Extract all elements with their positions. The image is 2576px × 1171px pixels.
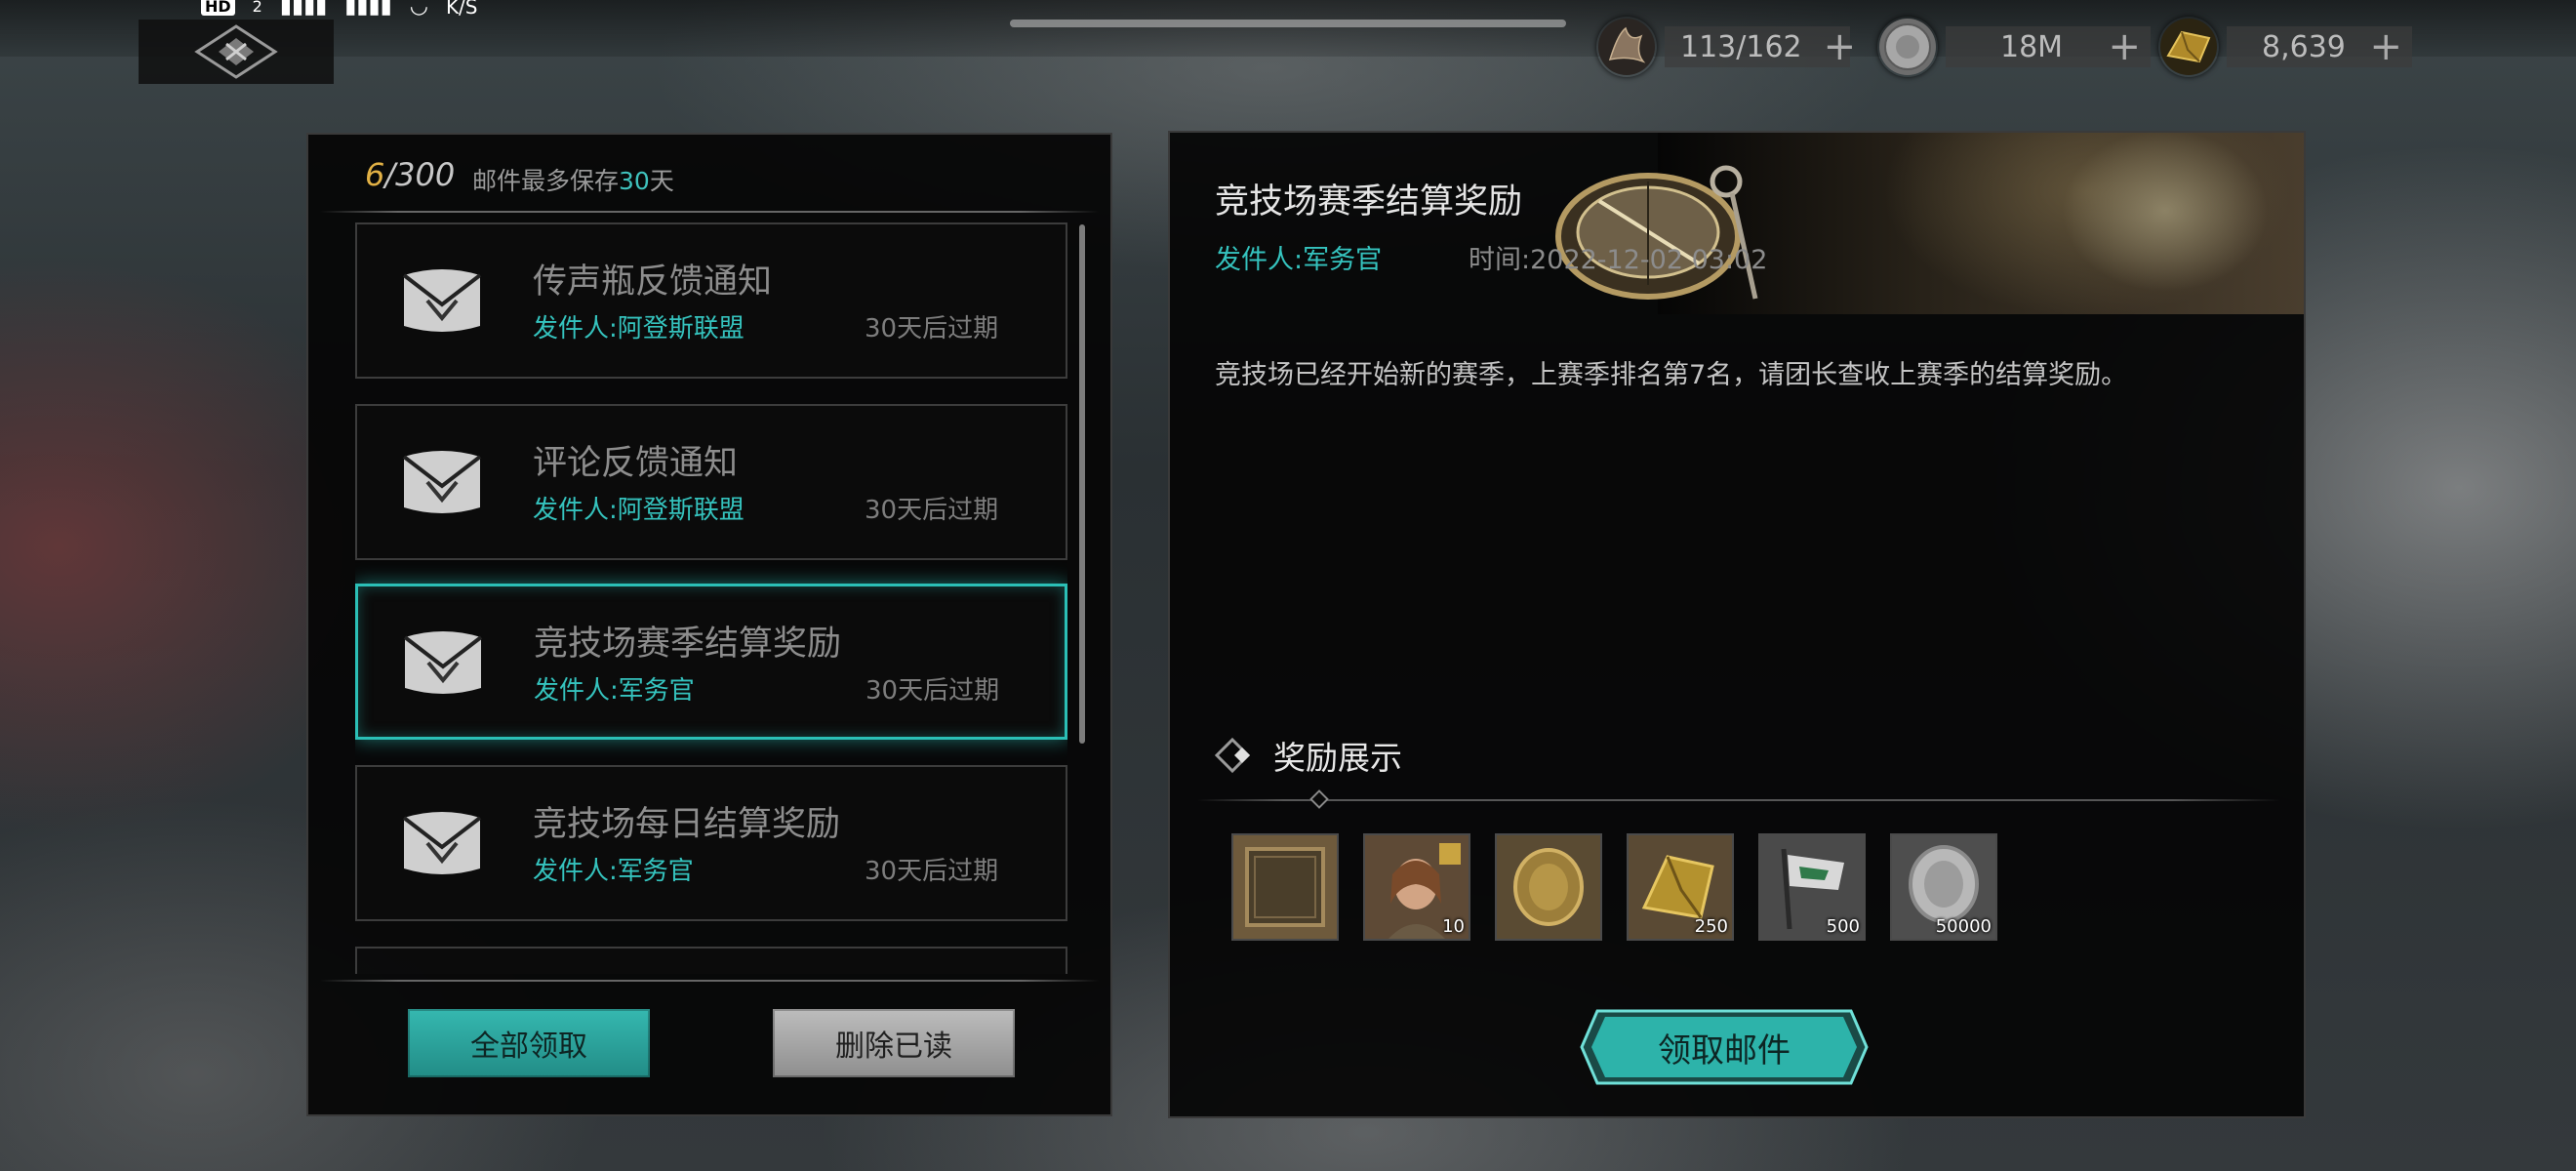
resource-silver: 18M + [1877,19,2151,75]
silver-value: 18M [2000,29,2064,64]
reward-quantity: 10 [1442,916,1465,937]
mail-count: 6/300 [365,156,455,193]
mail-item-partial[interactable] [355,947,1067,974]
sim-number: 2 [252,0,262,16]
add-silver-button[interactable]: + [2108,27,2141,66]
mail-retention-note: 邮件最多保存30天 [472,162,674,197]
mail-detail-time: 时间:2022-12-02 03:02 [1469,245,1768,275]
mail-sender: 发件人:阿登斯联盟 [533,496,745,525]
mail-title: 竞技场赛季结算奖励 [534,625,842,664]
top-drag-handle[interactable] [1010,20,1566,27]
mail-sender: 发件人:军务官 [533,857,694,886]
claim-all-button[interactable]: 全部领取 [408,1009,650,1077]
troops-value: 113/162 [1680,29,1802,64]
add-troops-button[interactable]: + [1824,27,1857,66]
mail-expiry: 30天后过期 [865,496,999,525]
speed-unit: K/S [445,0,478,19]
mail-item[interactable]: 竞技场每日结算奖励 发件人:军务官 30天后过期 [355,765,1067,921]
reward-quantity: 50000 [1935,916,1992,937]
mail-detail-title: 竞技场赛季结算奖励 [1215,182,1523,222]
mail-envelope-icon [403,631,483,694]
reward-item[interactable]: 250 [1627,833,1734,941]
add-gold-button[interactable]: + [2369,27,2402,66]
reward-item[interactable]: 10 [1363,833,1470,941]
mail-detail-sender: 发件人:军务官 [1215,245,1383,275]
reward-item[interactable] [1231,833,1339,941]
back-logo-button[interactable] [139,20,334,84]
signal-icon: ▮▮▮▮ [279,0,328,19]
delete-read-button[interactable]: 删除已读 [773,1009,1015,1077]
resource-troops: 113/162 + [1596,19,1856,75]
mail-detail-panel: 竞技场赛季结算奖励 发件人:军务官 时间:2022-12-02 03:02 竞技… [1168,131,2306,1118]
hd-badge: HD [201,0,235,16]
gold-medal-icon [1497,835,1600,939]
game-logo-icon [194,24,278,79]
mail-list-scrollbar[interactable] [1079,224,1085,744]
rewards-list: 10 250 500 50000 [1231,833,1997,941]
resource-gold: 8,639 + [2158,19,2412,75]
mail-title: 竞技场每日结算奖励 [533,805,841,844]
rewards-header: 奖励展示 [1213,732,1402,779]
mail-count-current: 6 [365,156,385,193]
troop-claw-icon [1598,19,1655,75]
gold-ingot-icon [2160,19,2217,75]
wifi-icon: ◡ [409,0,428,19]
mail-sender: 发件人:军务官 [534,676,695,706]
mail-expiry: 30天后过期 [865,676,1000,706]
mail-title: 评论反馈通知 [533,444,739,483]
reward-item[interactable] [1495,833,1602,941]
retention-days: 30 [619,167,650,195]
status-bar-left: HD 2 ▮▮▮▮ ▮▮▮▮ ◡ K/S [201,0,478,19]
mail-envelope-icon [402,451,482,513]
mail-list-panel: 6/300 邮件最多保存30天 传声瓶反馈通知 发件人:阿登斯联盟 30天后过期… [306,133,1112,1116]
claim-mail-label: 领取邮件 [1658,1030,1791,1070]
reward-quantity: 250 [1694,916,1728,937]
mail-detail-body: 竞技场已经开始新的赛季，上赛季排名第7名，请团长查收上赛季的结算奖励。 [1215,360,2128,390]
claim-mail-button[interactable]: 领取邮件 [1580,1007,1869,1087]
list-top-divider [320,211,1099,213]
rewards-divider [1197,799,2280,801]
mail-envelope-icon [402,269,482,332]
mail-sender: 发件人:阿登斯联盟 [533,314,745,343]
diamond-ornament-icon [1214,737,1251,774]
divider-diamond [1309,789,1329,809]
mail-list[interactable]: 传声瓶反馈通知 发件人:阿登斯联盟 30天后过期 评论反馈通知 发件人:阿登斯联… [355,222,1067,974]
retention-suffix: 天 [649,167,674,195]
list-bottom-divider [320,980,1099,982]
mail-expiry: 30天后过期 [865,857,999,886]
rewards-title: 奖励展示 [1273,739,1402,777]
retention-prefix: 邮件最多保存 [472,167,620,195]
silver-coin-icon [1879,19,1936,75]
compass-icon [1555,165,1758,300]
mail-envelope-icon [402,812,482,874]
mail-expiry: 30天后过期 [865,314,999,343]
mail-title: 传声瓶反馈通知 [533,262,773,302]
mail-count-max: /300 [384,156,456,193]
mail-item-selected[interactable]: 竞技场赛季结算奖励 发件人:军务官 30天后过期 [355,584,1067,740]
reward-item[interactable]: 500 [1758,833,1866,941]
avatar-frame-icon [1233,835,1337,939]
mail-item[interactable]: 传声瓶反馈通知 发件人:阿登斯联盟 30天后过期 [355,222,1067,379]
mail-item[interactable]: 评论反馈通知 发件人:阿登斯联盟 30天后过期 [355,404,1067,560]
reward-quantity: 500 [1826,916,1860,937]
signal-icon-2: ▮▮▮▮ [344,0,392,19]
reward-item[interactable]: 50000 [1890,833,1997,941]
gold-value: 8,639 [2262,29,2346,64]
